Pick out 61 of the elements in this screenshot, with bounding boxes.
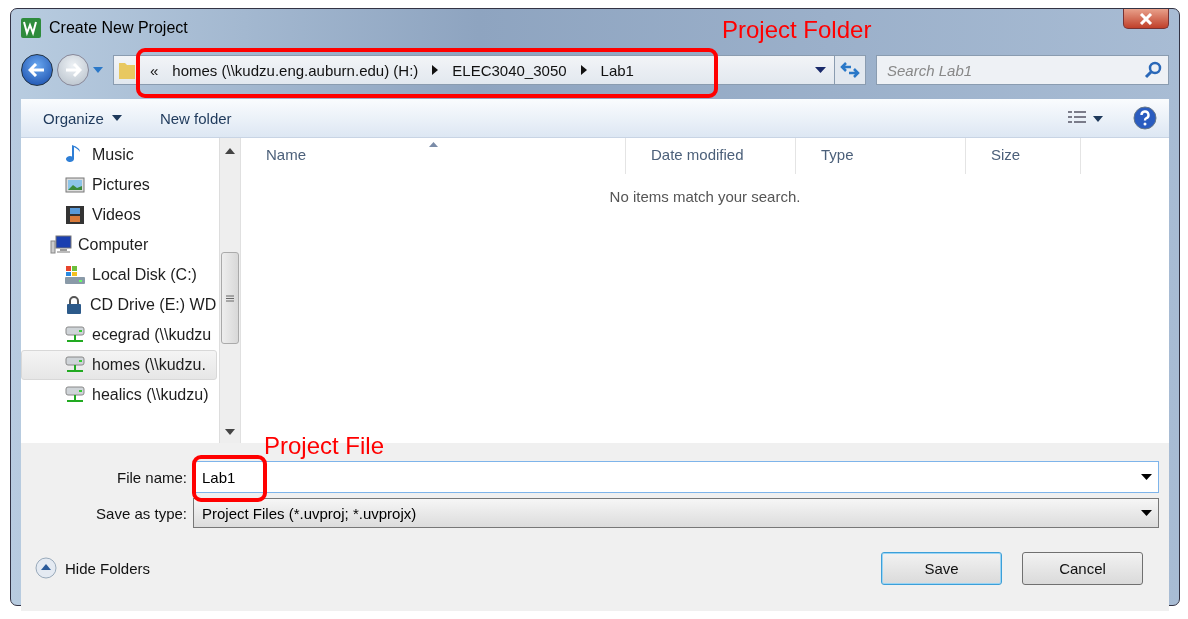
column-header[interactable]: Date modified — [626, 138, 796, 174]
file-name-label: File name: — [115, 468, 188, 486]
scroll-up-icon[interactable] — [225, 148, 235, 154]
column-header[interactable]: Type — [796, 138, 966, 174]
annotation-label: Project File — [264, 432, 385, 460]
padlock-drive-icon — [64, 295, 84, 315]
back-button[interactable] — [21, 54, 53, 86]
search-icon — [1144, 61, 1162, 79]
close-icon — [1138, 12, 1154, 25]
arrow-right-icon — [64, 63, 82, 77]
nav-item[interactable]: Computer — [21, 230, 217, 260]
breadcrumb-item[interactable]: Lab1 — [600, 61, 634, 79]
scrollbar-thumb[interactable] — [221, 252, 239, 344]
breadcrumb-item[interactable]: homes (\\kudzu.eng.auburn.edu) (H:) — [172, 61, 419, 79]
organize-menu[interactable]: Organize — [43, 109, 122, 127]
dropdown-caret-icon[interactable] — [1141, 474, 1152, 480]
new-folder-button[interactable]: New folder — [159, 109, 232, 127]
dialog-button[interactable]: Cancel — [1022, 551, 1143, 585]
file-name-field[interactable]: Lab1 — [193, 461, 1159, 493]
nav-item[interactable]: Pictures — [21, 170, 217, 200]
app-logo-icon — [21, 18, 41, 38]
breadcrumb-item[interactable]: ELEC3040_3050 — [452, 61, 567, 79]
chevron-right-icon[interactable] — [432, 65, 439, 75]
computer-icon — [50, 235, 72, 255]
windows-drive-icon — [64, 265, 86, 285]
chevron-right-icon[interactable] — [580, 65, 587, 75]
close-button[interactable] — [1123, 9, 1169, 29]
nav-item[interactable]: CD Drive (E:) WD — [21, 290, 217, 320]
breadcrumb-overflow[interactable]: « — [150, 61, 159, 79]
picture-frame-icon — [65, 176, 85, 194]
folder-icon — [118, 60, 136, 80]
window-title: Create New Project — [49, 19, 188, 37]
view-options-icon[interactable] — [1067, 110, 1103, 126]
dropdown-caret-icon[interactable] — [1141, 510, 1152, 516]
save-type-dropdown[interactable]: Project Files (*.uvproj; *.uvprojx) — [193, 498, 1159, 528]
annotation-label: Project Folder — [722, 16, 872, 44]
refresh-button[interactable] — [834, 55, 866, 85]
nav-item[interactable]: healics (\\kudzu) — [21, 380, 217, 410]
refresh-arrows-icon — [840, 61, 860, 79]
nav-item[interactable]: Videos — [21, 200, 217, 230]
column-header[interactable]: Name — [241, 138, 626, 174]
film-strip-icon — [65, 205, 85, 225]
nav-item[interactable]: ecegrad (\\kudzu — [21, 320, 217, 350]
dropdown-caret-icon[interactable] — [815, 67, 826, 73]
scroll-down-icon[interactable] — [225, 429, 235, 435]
caret-icon — [111, 115, 122, 121]
nav-item[interactable]: Local Disk (C:) — [21, 260, 217, 290]
dialog-button[interactable]: Save — [881, 551, 1002, 585]
empty-message: No items match your search. — [608, 188, 802, 205]
network-drive-icon — [64, 355, 86, 375]
network-drive-icon — [64, 385, 86, 405]
network-drive-icon — [64, 325, 86, 345]
save-type-label: Save as type: — [95, 504, 188, 522]
address-bar[interactable]: « homes (\\kudzu.eng.auburn.edu) (H:) ELEC3040_3050 Lab1 — [113, 55, 835, 85]
collapse-up-icon — [35, 557, 57, 579]
hide-folders-button[interactable]: Hide Folders — [35, 557, 151, 579]
nav-item[interactable]: Music — [21, 140, 217, 170]
column-header[interactable]: Size — [966, 138, 1081, 174]
arrow-left-icon — [28, 63, 46, 77]
help-icon[interactable] — [1133, 106, 1157, 130]
nav-item[interactable]: homes (\\kudzu. — [21, 350, 217, 380]
